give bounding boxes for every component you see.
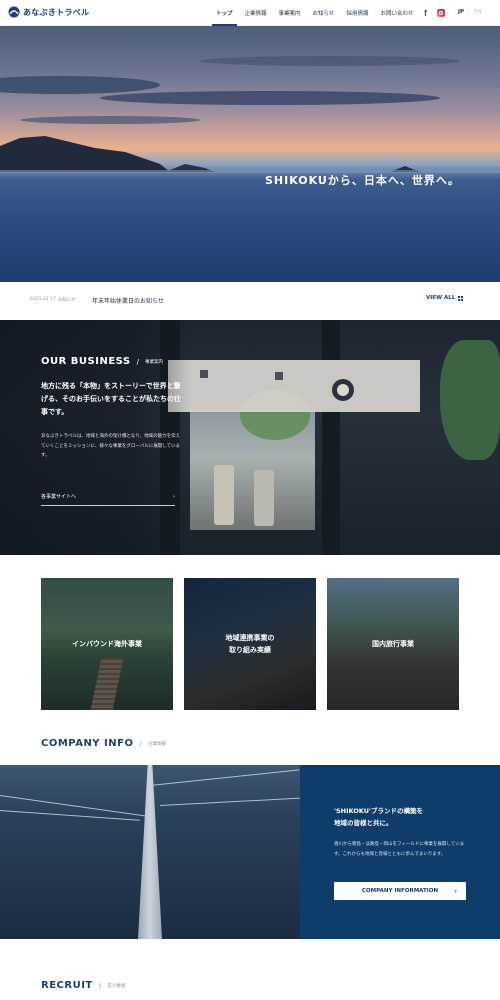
company-heading-jp: 企業情報 <box>147 741 166 747</box>
hero-tagline: SHIKOKUから、日本へ、世界へ。 <box>265 174 460 187</box>
heading-separator: / <box>136 357 139 366</box>
card-domestic[interactable]: 国内旅行事業 <box>327 578 459 710</box>
recruit-heading-jp: 求人情報 <box>107 983 126 989</box>
company-heading-en: COMPANY INFO <box>41 738 134 749</box>
nav-item-company[interactable]: 企業情報 <box>239 0 273 26</box>
recruit-heading: RECRUIT / 求人情報 <box>41 980 125 991</box>
business-body: あなぶきトラベルは、地域と海外の架け橋となり、地域の魅力を伝えていくことをミッシ… <box>41 434 181 458</box>
nav-item-contact[interactable]: お問い合わせ <box>374 0 419 26</box>
view-all-label: VIEW ALL <box>426 295 456 301</box>
pilgrim-figure <box>254 470 274 526</box>
nav-item-top[interactable]: トップ <box>210 0 239 26</box>
nav-item-news[interactable]: お知らせ <box>307 0 341 26</box>
news-date: 2021.12.17 <box>30 297 56 302</box>
company-heading: COMPANY INFO / 企業情報 <box>41 738 166 749</box>
main-nav: トップ 企業情報 事業案内 お知らせ 採用情報 お問い合わせ <box>210 0 419 26</box>
social-links: f <box>424 8 445 18</box>
card-label: 地域連携事業の 取り組み実績 <box>225 634 275 654</box>
card-regional[interactable]: 地域連携事業の 取り組み実績 <box>184 578 316 710</box>
news-bar: 2021.12.17 お知らせ 年末年始休業日のお知らせ VIEW ALL <box>0 282 500 320</box>
company-title: 'SHIKOKU'ブランドの構築を 地域の皆様と共に。 <box>334 807 423 827</box>
site-header: あなぶきトラベル トップ 企業情報 事業案内 お知らせ 採用情報 お問い合わせ … <box>0 0 500 26</box>
business-sites-link[interactable]: 各事業サイトへ › <box>41 488 175 506</box>
card-inbound[interactable]: インバウンド海外事業 <box>41 578 173 710</box>
lang-jp[interactable]: JP <box>458 9 464 15</box>
bridge-cable <box>149 769 300 786</box>
bridge-cable <box>0 795 149 817</box>
business-heading-jp: 事業案内 <box>144 359 163 365</box>
instagram-icon[interactable] <box>437 9 445 17</box>
grid-icon <box>458 295 464 301</box>
business-lead: 地方に残る「本物」をストーリーで世界と繋げる、そのお手伝いをすることが私たちの仕… <box>41 382 181 416</box>
heading-separator: / <box>98 981 102 990</box>
company-button-label: COMPANY INFORMATION <box>361 888 439 894</box>
pilgrim-figure <box>214 465 234 525</box>
view-all-link[interactable]: VIEW ALL <box>426 295 464 301</box>
chevron-right-icon: › <box>173 493 175 500</box>
business-heading-en: OUR BUSINESS <box>41 356 131 367</box>
our-business-section: OUR BUSINESS / 事業案内 地方に残る「本物」をストーリーで世界と繋… <box>0 320 500 555</box>
card-label: インバウンド海外事業 <box>72 640 142 648</box>
lang-separator: | <box>468 9 470 15</box>
company-panel: 'SHIKOKU'ブランドの構築を 地域の皆様と共に。 香川から徳島・淡路島・岡… <box>300 765 500 939</box>
language-switcher: JP | EN <box>458 9 482 15</box>
nav-item-recruit[interactable]: 採用情報 <box>340 0 374 26</box>
lang-en[interactable]: EN <box>474 9 482 15</box>
company-body: 香川から徳島・淡路島・岡山をフィールドに事業を展開しています。これからも地域と皆… <box>334 842 465 857</box>
site-logo[interactable]: あなぶきトラベル <box>8 6 89 18</box>
company-information-button[interactable]: COMPANY INFORMATION › <box>334 882 466 900</box>
bridge-cable <box>159 797 300 806</box>
hero-banner: SHIKOKUから、日本へ、世界へ。 <box>0 26 500 282</box>
chevron-right-icon: › <box>454 887 457 895</box>
card-label: 国内旅行事業 <box>372 640 414 648</box>
recruit-heading-en: RECRUIT <box>41 980 93 991</box>
business-sites-label: 各事業サイトへ <box>41 494 77 500</box>
company-photo-bridge <box>0 765 300 939</box>
business-heading: OUR BUSINESS / 事業案内 <box>41 356 163 367</box>
heading-separator: / <box>139 739 142 748</box>
facebook-icon[interactable]: f <box>424 8 432 18</box>
news-category: お知らせ <box>58 298 76 303</box>
news-title-link[interactable]: 年末年始休業日のお知らせ <box>92 296 164 305</box>
logo-text: あなぶきトラベル <box>23 7 90 17</box>
nav-item-business[interactable]: 事業案内 <box>273 0 307 26</box>
logo-mark-icon <box>8 6 20 18</box>
bridge-deck <box>138 765 162 939</box>
hero-islands <box>0 136 500 173</box>
